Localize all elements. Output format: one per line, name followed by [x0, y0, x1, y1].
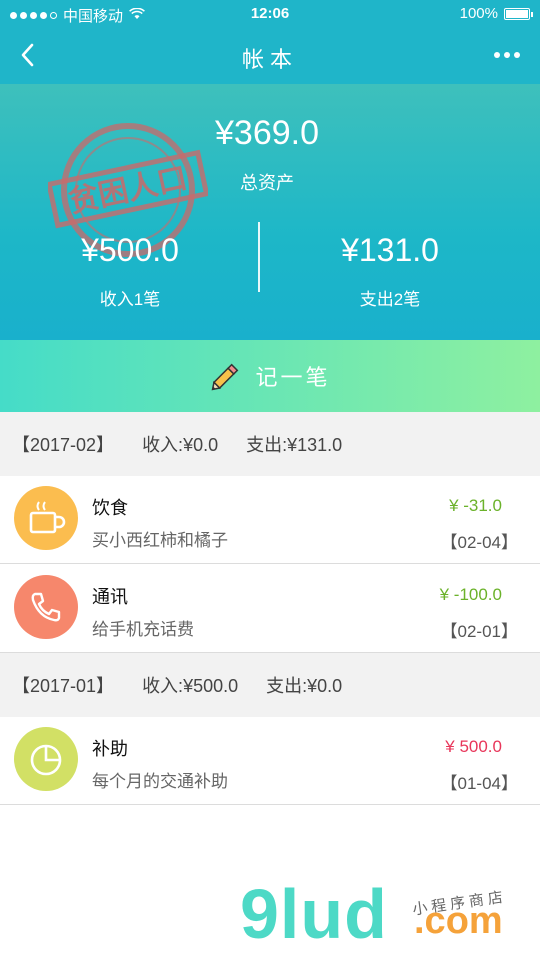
site-watermark: 9lud 小程序商店 .com: [236, 875, 536, 960]
entry-note: 买小西红柿和橘子: [92, 531, 228, 550]
watermark-brand: 9lud: [240, 875, 388, 953]
expense-amount: ¥131.0: [341, 232, 439, 268]
more-button[interactable]: [494, 52, 520, 58]
month-period: 【2017-02】: [12, 435, 115, 455]
status-bar: 中国移动 12:06 100%: [0, 0, 540, 28]
nav-bar: 帐本: [0, 28, 540, 84]
total-assets-amount: ¥369.0: [215, 114, 319, 152]
entry-food[interactable]: 饮食 买小西红柿和橘子 ¥ -31.0 【02-04】: [0, 476, 540, 564]
entry-subsidy[interactable]: 补助 每个月的交通补助 ¥ 500.0 【01-04】: [0, 717, 540, 805]
entry-date: 【02-01】: [440, 622, 518, 641]
entry-date: 【02-04】: [440, 533, 518, 552]
battery-percent: 100%: [459, 5, 498, 22]
month-header-2017-01: 【2017-01】 收入:¥500.0 支出:¥0.0: [0, 653, 540, 717]
entry-category: 饮食: [92, 498, 128, 518]
month-expense: 支出:¥0.0: [266, 676, 343, 696]
entry-amount: ¥ -100.0: [439, 585, 502, 604]
record-entry-button[interactable]: 记一笔: [0, 340, 540, 412]
entry-note: 每个月的交通补助: [92, 772, 228, 791]
watermark-domain: .com: [414, 900, 503, 942]
income-amount: ¥500.0: [81, 232, 179, 268]
income-summary: ¥500.0 收入1笔: [0, 232, 260, 310]
entry-amount: ¥ 500.0: [445, 737, 502, 756]
page-title: 帐本: [241, 47, 298, 72]
pie-chart-icon: [14, 727, 78, 791]
expense-summary: ¥131.0 支出2笔: [260, 232, 520, 310]
phone-icon: [14, 575, 78, 639]
month-income: 收入:¥500.0: [142, 676, 239, 696]
entry-date: 【01-04】: [440, 774, 518, 793]
entry-telecom[interactable]: 通讯 给手机充话费 ¥ -100.0 【02-01】: [0, 565, 540, 653]
month-period: 【2017-01】: [12, 676, 115, 696]
summary-panel: 贫困人口 ¥369.0 总资产 ¥500.0 收入1笔 ¥131.0 支出2笔: [0, 84, 540, 340]
record-entry-label: 记一笔: [255, 365, 331, 390]
status-right: 100%: [459, 5, 533, 22]
entry-amount: ¥ -31.0: [449, 496, 502, 515]
entry-category: 补助: [92, 739, 128, 759]
total-assets-label: 总资产: [240, 173, 294, 193]
battery-icon: [504, 7, 533, 20]
entry-note: 给手机充话费: [92, 620, 194, 639]
more-dots-icon: [494, 52, 500, 58]
pencil-icon: [212, 363, 239, 391]
month-income: 收入:¥0.0: [142, 435, 219, 455]
income-label: 收入1笔: [99, 290, 161, 309]
month-header-2017-02: 【2017-02】 收入:¥0.0 支出:¥131.0: [0, 412, 540, 476]
month-expense: 支出:¥131.0: [246, 435, 343, 455]
entry-category: 通讯: [92, 587, 128, 607]
coffee-cup-icon: [14, 486, 78, 550]
expense-label: 支出2笔: [359, 290, 421, 309]
